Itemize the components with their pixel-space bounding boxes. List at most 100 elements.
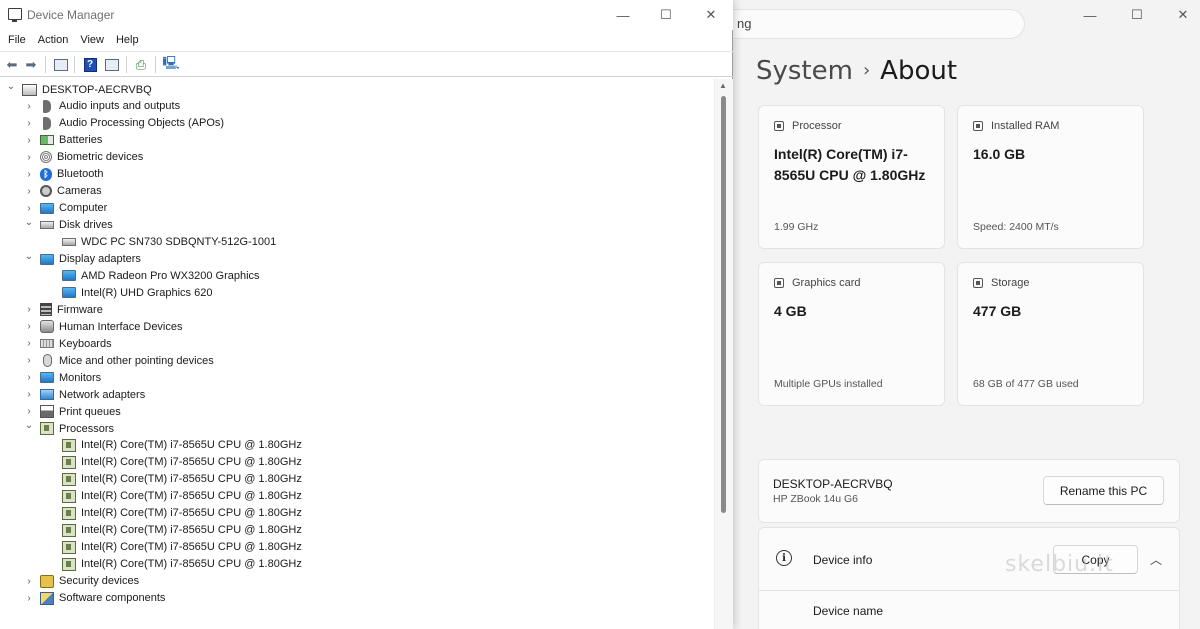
tree-category[interactable]: Batteries [40,132,102,149]
chevron-right-icon[interactable]: › [24,369,34,386]
chevron-right-icon[interactable]: › [24,590,34,607]
chevron-right-icon[interactable]: › [24,352,34,369]
chevron-right-icon[interactable]: › [24,573,34,590]
chevron-right-icon[interactable]: › [24,318,34,335]
chevron-right-icon[interactable]: › [24,335,34,352]
chevron-right-icon[interactable]: › [24,183,34,200]
tree-device[interactable]: Intel(R) Core(TM) i7-8565U CPU @ 1.80GHz [62,437,302,454]
settings-search-box[interactable]: ng [700,9,1025,39]
chevron-down-icon[interactable]: ⌄ [24,417,34,434]
tree-scrollbar[interactable]: ▲ [714,79,733,629]
tree-category[interactable]: Monitors [40,369,101,386]
title-bar[interactable]: Device Manager — ☐ ✕ [0,0,733,30]
dm-minimize-button[interactable]: — [608,5,638,25]
tree-item-label: Intel(R) Core(TM) i7-8565U CPU @ 1.80GHz [81,456,302,469]
tree-device[interactable]: AMD Radeon Pro WX3200 Graphics [62,267,260,284]
back-arrow-icon[interactable]: ⬅ [3,56,21,73]
breadcrumb-system[interactable]: System [756,56,853,86]
tree-device[interactable]: Intel(R) UHD Graphics 620 [62,284,212,301]
tree-device[interactable]: Intel(R) Core(TM) i7-8565U CPU @ 1.80GHz [62,471,302,488]
scroll-up-icon[interactable]: ▲ [719,81,727,90]
window-title: Device Manager [27,8,115,22]
ram-value: 16.0 GB [973,146,1026,162]
tree-category[interactable]: Human Interface Devices [40,318,183,335]
tree-root[interactable]: DESKTOP-AECRVBQ [22,81,152,98]
dm-close-button[interactable]: ✕ [696,5,726,25]
tree-item-label: Intel(R) Core(TM) i7-8565U CPU @ 1.80GHz [81,507,302,520]
properties-grid-icon[interactable] [52,56,70,73]
tree-category[interactable]: Firmware [40,301,103,318]
update-driver-icon[interactable]: ⎙ [132,56,150,73]
settings-close-button[interactable]: ✕ [1160,0,1200,30]
tree-category[interactable]: Computer [40,200,107,217]
tree-category[interactable]: Software components [40,590,165,607]
menu-bar: File Action View Help [0,31,733,51]
settings-maximize-button[interactable]: ☐ [1114,0,1160,30]
menu-view[interactable]: View [74,31,110,51]
tree-item-label: Intel(R) UHD Graphics 620 [81,286,213,299]
scrollbar-thumb[interactable] [721,96,726,513]
tree-device[interactable]: Intel(R) Core(TM) i7-8565U CPU @ 1.80GHz [62,539,302,556]
chevron-right-icon[interactable]: › [24,98,34,115]
chevron-right-icon[interactable]: › [24,166,34,183]
menu-help[interactable]: Help [110,31,145,51]
tree-device[interactable]: WDC PC SN730 SDBQNTY-512G-1001 [62,234,276,251]
chevron-right-icon[interactable]: › [24,132,34,149]
tree-category[interactable]: Network adapters [40,386,145,403]
chevron-down-icon[interactable]: ⌄ [24,214,34,231]
tree-item-label: Disk drives [59,219,113,232]
scan-hardware-icon[interactable]: 🖳 [162,55,180,73]
chevron-right-icon[interactable]: › [24,386,34,403]
sec-device-icon [40,574,54,588]
tree-device[interactable]: Intel(R) Core(TM) i7-8565U CPU @ 1.80GHz [62,522,302,539]
tree-device[interactable]: Intel(R) Core(TM) i7-8565U CPU @ 1.80GHz [62,488,302,505]
chevron-right-icon[interactable]: › [24,149,34,166]
tree-category[interactable]: Security devices [40,573,139,590]
settings-search-text: ng [737,16,752,31]
tree-category[interactable]: Print queues [40,403,121,420]
settings-minimize-button[interactable]: — [1067,0,1113,30]
tree-item-label: Processors [59,422,115,435]
tree-device[interactable]: Intel(R) Core(TM) i7-8565U CPU @ 1.80GHz [62,454,302,471]
tree-category[interactable]: Display adapters [40,251,141,268]
cpu-device-icon [62,472,76,486]
graphics-card: Graphics card 4 GB Multiple GPUs install… [758,262,945,406]
tree-item-label: Audio Processing Objects (APOs) [59,117,225,130]
chevron-down-icon[interactable]: ⌄ [24,248,34,265]
tree-device[interactable]: Intel(R) Core(TM) i7-8565U CPU @ 1.80GHz [62,556,302,573]
forward-arrow-icon[interactable]: ➡ [22,56,40,73]
chevron-right-icon[interactable]: › [24,301,34,318]
chevron-up-icon[interactable]: ︿ [1150,551,1162,568]
tree-category[interactable]: Cameras [40,183,102,200]
tree-category[interactable]: ᛒ Bluetooth [40,166,103,183]
cpu-device-icon [62,523,76,537]
bio-device-icon [40,151,52,164]
menu-action[interactable]: Action [32,31,75,51]
tree-device[interactable]: Intel(R) Core(TM) i7-8565U CPU @ 1.80GHz [62,505,302,522]
device-manager-icon [8,8,22,22]
tree-category[interactable]: Audio Processing Objects (APOs) [40,115,224,132]
tree-category[interactable]: Audio inputs and outputs [40,98,180,115]
tree-category[interactable]: Disk drives [40,217,113,234]
tree-item-label: Intel(R) Core(TM) i7-8565U CPU @ 1.80GHz [81,541,302,554]
tree-category[interactable]: Processors [40,420,114,437]
storage-icon [973,278,983,288]
tree-category[interactable]: Mice and other pointing devices [40,352,214,369]
page-title: System › About [756,56,957,86]
prn-device-icon [40,405,54,419]
properties-icon[interactable] [103,56,121,73]
net-device-icon [40,389,54,401]
tree-category[interactable]: Biometric devices [40,149,143,166]
chevron-right-icon[interactable]: › [24,115,34,132]
tree-item-label: Audio inputs and outputs [59,100,181,113]
rename-pc-button[interactable]: Rename this PC [1043,476,1164,505]
device-name-label: Device name [813,604,884,618]
tree-category[interactable]: Keyboards [40,335,112,352]
bat-device-icon [40,135,54,146]
device-manager-window: Device Manager — ☐ ✕ File Action View He… [0,0,733,629]
menu-file[interactable]: File [2,31,32,51]
help-icon[interactable]: ? [81,56,99,73]
tree-item-label: Computer [59,202,108,215]
dm-maximize-button[interactable]: ☐ [651,5,681,25]
chevron-down-icon[interactable]: ⌄ [6,78,16,95]
